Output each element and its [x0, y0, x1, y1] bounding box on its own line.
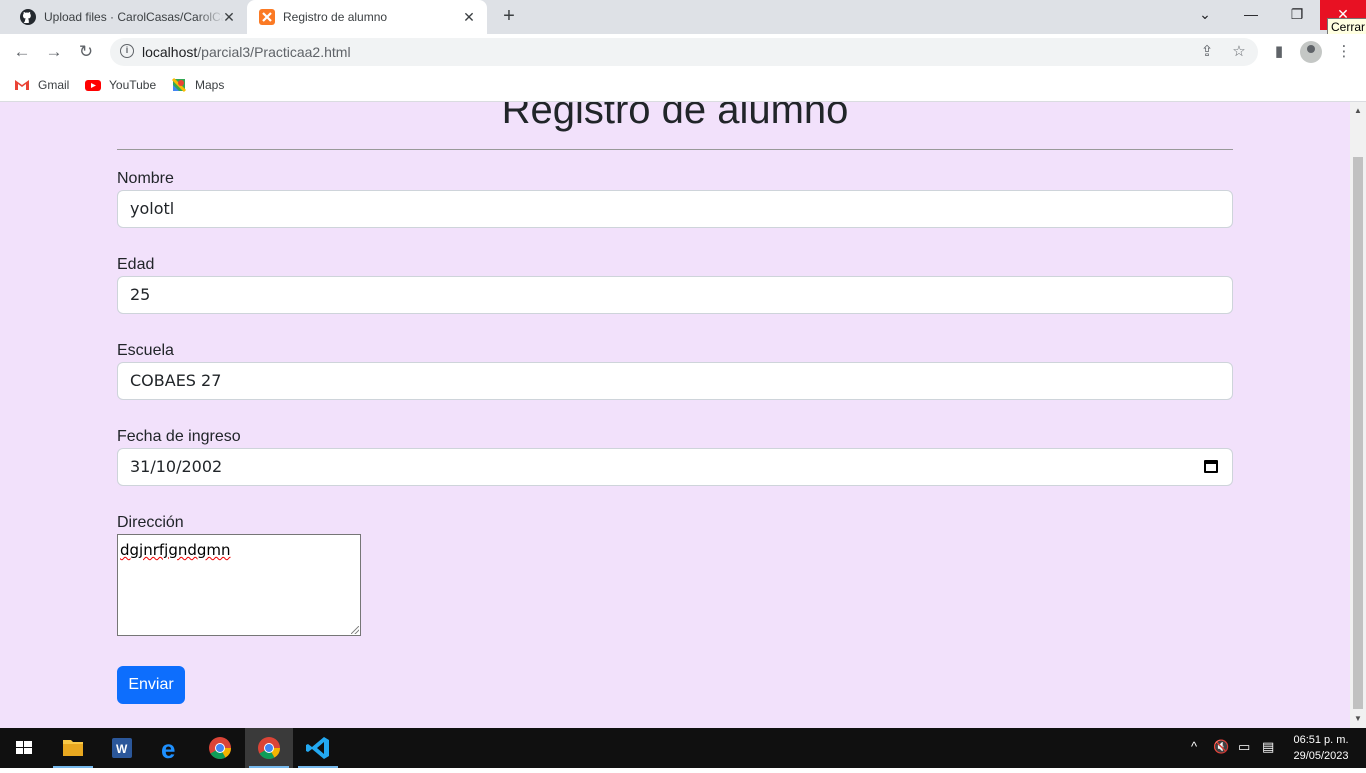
profile-avatar-icon[interactable]: [1300, 41, 1322, 63]
tab-upload-files[interactable]: Upload files · CarolCasas/CarolCasas ✕: [0, 0, 247, 34]
fecha-value: 31/10/2002: [130, 457, 223, 476]
tab-title: Registro de alumno: [283, 10, 388, 24]
back-arrow-icon[interactable]: ←: [10, 40, 34, 64]
minimize-icon[interactable]: —: [1228, 0, 1274, 30]
bookmark-label: Maps: [195, 78, 225, 92]
bookmark-youtube[interactable]: YouTube: [85, 77, 156, 93]
page-scrollbar[interactable]: ▲ ▼: [1350, 102, 1366, 728]
divider: [117, 149, 1233, 150]
direccion-value: dgjnrfjgndgmn: [120, 541, 231, 559]
word-icon: W: [112, 738, 132, 758]
page-content: Registro de alumno Nombre yolotl Edad 25…: [0, 102, 1350, 728]
maps-icon: [171, 77, 187, 93]
resize-grip-icon[interactable]: [351, 626, 359, 634]
windows-taskbar: W e ^ 🔇 ▭ ▤ 06:51 p. m. 29/05/2023: [0, 728, 1366, 768]
share-icon[interactable]: ⇪: [1198, 43, 1216, 61]
url-path: /parcial3/Practicaa2.html: [197, 44, 351, 60]
edge-button[interactable]: e: [147, 728, 195, 768]
page-title: Registro de alumno: [501, 102, 849, 132]
url-host: localhost: [142, 44, 198, 60]
bookmark-star-icon[interactable]: ☆: [1230, 43, 1248, 61]
menu-kebab-icon[interactable]: ⋮: [1334, 42, 1354, 62]
escuela-label: Escuela: [117, 342, 174, 359]
vscode-button[interactable]: [294, 728, 342, 768]
tab-strip: Upload files · CarolCasas/CarolCasas ✕ R…: [0, 0, 1366, 36]
direccion-label: Dirección: [117, 514, 184, 531]
side-panel-icon[interactable]: ▮: [1269, 42, 1289, 62]
edad-label: Edad: [117, 256, 155, 273]
escuela-input[interactable]: COBAES 27: [117, 362, 1233, 400]
bookmark-label: YouTube: [109, 78, 157, 92]
nombre-label: Nombre: [117, 170, 174, 187]
enviar-button[interactable]: Enviar: [117, 666, 185, 704]
clock-date: 29/05/2023: [1293, 750, 1349, 762]
new-tab-icon[interactable]: +: [498, 6, 520, 28]
tab-search-chevron-icon[interactable]: ⌄: [1182, 0, 1228, 30]
windows-logo-icon: [16, 741, 32, 754]
word-button[interactable]: W: [98, 728, 146, 768]
github-icon: [20, 9, 36, 25]
folder-icon: [63, 740, 83, 756]
bookmark-label: Gmail: [38, 78, 70, 92]
edad-input[interactable]: 25: [117, 276, 1233, 314]
fecha-input[interactable]: 31/10/2002: [117, 448, 1233, 486]
file-explorer-button[interactable]: [49, 728, 97, 768]
nombre-input[interactable]: yolotl: [117, 190, 1233, 228]
scroll-thumb[interactable]: [1353, 157, 1363, 709]
svg-text:e: e: [161, 734, 175, 764]
svg-text:W: W: [116, 742, 128, 756]
network-icon[interactable]: ▭: [1238, 739, 1250, 755]
notification-icon[interactable]: ▤: [1262, 739, 1274, 755]
tab-registro-de-alumno[interactable]: Registro de alumno ✕: [247, 0, 487, 34]
volume-muted-icon[interactable]: 🔇: [1213, 739, 1229, 755]
chrome-icon: [209, 737, 231, 759]
tab-close-icon[interactable]: ✕: [461, 9, 477, 25]
chrome-button[interactable]: [196, 728, 244, 768]
direccion-textarea[interactable]: dgjnrfjgndgmn: [117, 534, 361, 636]
taskbar-clock[interactable]: 06:51 p. m. 29/05/2023: [1286, 732, 1356, 764]
gmail-icon: [15, 80, 29, 90]
scroll-down-icon[interactable]: ▼: [1354, 714, 1362, 723]
edge-icon: e: [161, 734, 175, 764]
start-button[interactable]: [0, 728, 48, 768]
calendar-icon[interactable]: [1204, 460, 1218, 473]
restore-icon[interactable]: ❐: [1274, 0, 1320, 30]
forward-arrow-icon[interactable]: →: [42, 40, 66, 64]
clock-time: 06:51 p. m.: [1293, 734, 1349, 746]
bookmark-gmail[interactable]: Gmail: [14, 77, 69, 93]
tab-close-icon[interactable]: ✕: [221, 9, 237, 25]
bookmarks-bar: Gmail YouTube Maps: [0, 70, 1366, 102]
chrome-active-button[interactable]: [245, 728, 293, 768]
reload-icon[interactable]: ↻: [74, 40, 98, 64]
chrome-icon: [258, 737, 280, 759]
tab-title: Upload files · CarolCasas/CarolCasas: [44, 10, 224, 24]
bookmark-maps[interactable]: Maps: [171, 77, 224, 93]
tray-chevron-up-icon[interactable]: ^: [1191, 739, 1197, 754]
browser-toolbar: ← → ↻ i localhost/parcial3/Practicaa2.ht…: [0, 34, 1366, 70]
url-text[interactable]: localhost/parcial3/Practicaa2.html: [142, 44, 351, 60]
youtube-icon: [85, 80, 101, 91]
vscode-icon: [306, 737, 329, 759]
scroll-up-icon[interactable]: ▲: [1354, 106, 1362, 115]
site-info-icon[interactable]: i: [120, 44, 134, 58]
xampp-icon: [259, 9, 275, 25]
address-bar[interactable]: i localhost/parcial3/Practicaa2.html ⇪ ☆: [110, 38, 1258, 66]
fecha-label: Fecha de ingreso: [117, 428, 241, 445]
